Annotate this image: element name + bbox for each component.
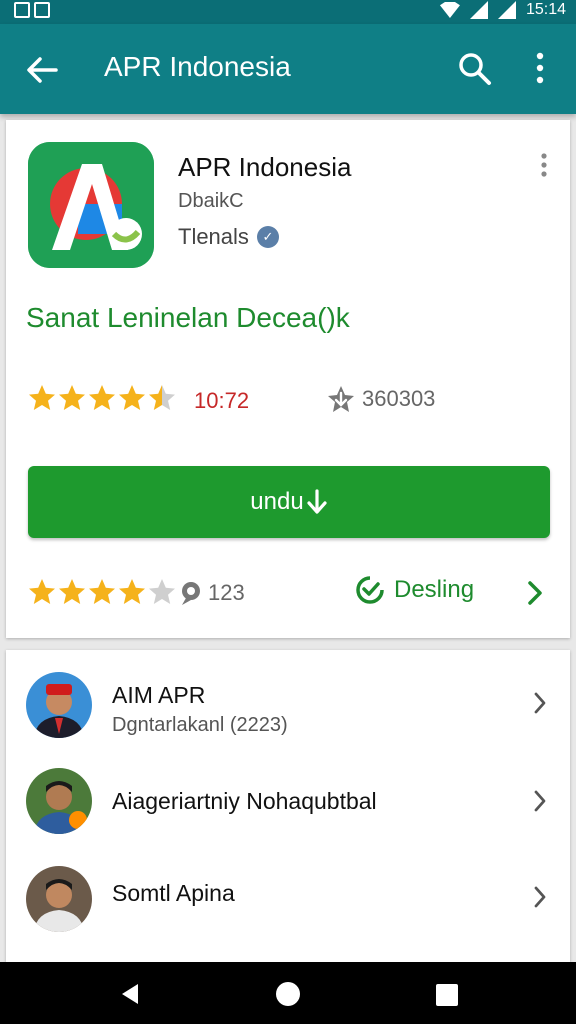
install-button-label: undu	[250, 488, 304, 515]
review-count: 123	[208, 580, 245, 605]
app-tagline: Sanat Leninelan Decea()k	[26, 302, 350, 333]
person-name: AIM APR	[112, 682, 206, 708]
app-logo-icon	[28, 142, 154, 268]
category-label[interactable]: Tlenals	[178, 224, 249, 250]
app-details-card: APR Indonesia DbaikC Tlenals ✓ Sanat Len…	[6, 120, 570, 638]
star-icon	[59, 579, 85, 604]
person-name: Aiageriartniy Nohaqubtbal	[112, 788, 377, 814]
status-time: 15:14	[525, 1, 566, 18]
list-item[interactable]: Aiageriartniy Nohaqubtbal	[6, 762, 570, 862]
people-card: AIM APR Dgntarlakanl (2223) Aiageriartni…	[6, 650, 570, 962]
status-bar: 15:14	[0, 0, 576, 24]
install-button[interactable]: undu	[28, 466, 550, 538]
nav-home-icon[interactable]	[276, 982, 300, 1006]
check-shield-icon	[356, 576, 384, 604]
chevron-right-icon[interactable]	[532, 788, 548, 814]
details-link-label: Desling	[394, 576, 475, 603]
person-subtitle: Dgntarlakanl (2223)	[112, 714, 288, 736]
download-arrow-icon	[307, 489, 327, 514]
star-icon	[89, 579, 115, 604]
more-vert-icon[interactable]	[530, 50, 550, 86]
star-icon	[149, 385, 175, 410]
navigation-bar	[0, 962, 576, 1024]
notification-icon	[14, 2, 30, 18]
star-icon	[89, 385, 115, 410]
signal-icon	[469, 1, 488, 19]
review-stars	[28, 578, 176, 606]
list-item[interactable]: AIM APR Dgntarlakanl (2223)	[6, 660, 570, 760]
clipboard-icon	[34, 2, 50, 18]
avatar	[26, 866, 92, 932]
list-item[interactable]: Somtl Apina	[6, 856, 570, 956]
app-name: APR Indonesia	[178, 152, 352, 182]
card-more-icon[interactable]	[536, 152, 552, 178]
star-icon	[59, 385, 85, 410]
details-link[interactable]: Desling	[356, 576, 474, 604]
nav-back-icon[interactable]	[118, 982, 142, 1006]
downloads-group: 360303	[326, 384, 435, 414]
verified-badge-icon: ✓	[256, 226, 279, 248]
app-bar: APR Indonesia	[0, 24, 576, 114]
review-count-group: 123	[178, 580, 245, 606]
nav-recents-icon[interactable]	[436, 984, 458, 1006]
downloads-count: 360303	[362, 386, 436, 411]
reviews-icon	[182, 582, 200, 605]
search-icon[interactable]	[456, 50, 492, 86]
rating-count: 10:72	[194, 388, 250, 413]
avatar	[26, 768, 92, 834]
chevron-right-icon[interactable]	[524, 578, 546, 608]
app-bar-title: APR Indonesia	[104, 51, 291, 82]
star-icon	[119, 385, 145, 410]
chevron-right-icon[interactable]	[532, 690, 548, 716]
developer-name[interactable]: DbaikC	[178, 190, 244, 213]
avatar	[26, 672, 92, 738]
star-icon	[29, 579, 55, 604]
chevron-right-icon[interactable]	[532, 884, 548, 910]
star-icon	[119, 579, 145, 604]
person-name: Somtl Apina	[112, 880, 235, 906]
signal-icon	[497, 1, 516, 19]
star-icon	[29, 385, 55, 410]
star-icon	[149, 579, 175, 604]
wifi-icon	[439, 2, 460, 18]
back-arrow-icon[interactable]	[22, 50, 62, 90]
category-row: Tlenals ✓	[178, 224, 279, 250]
downloads-icon	[328, 386, 354, 412]
rating-stars	[28, 384, 176, 412]
